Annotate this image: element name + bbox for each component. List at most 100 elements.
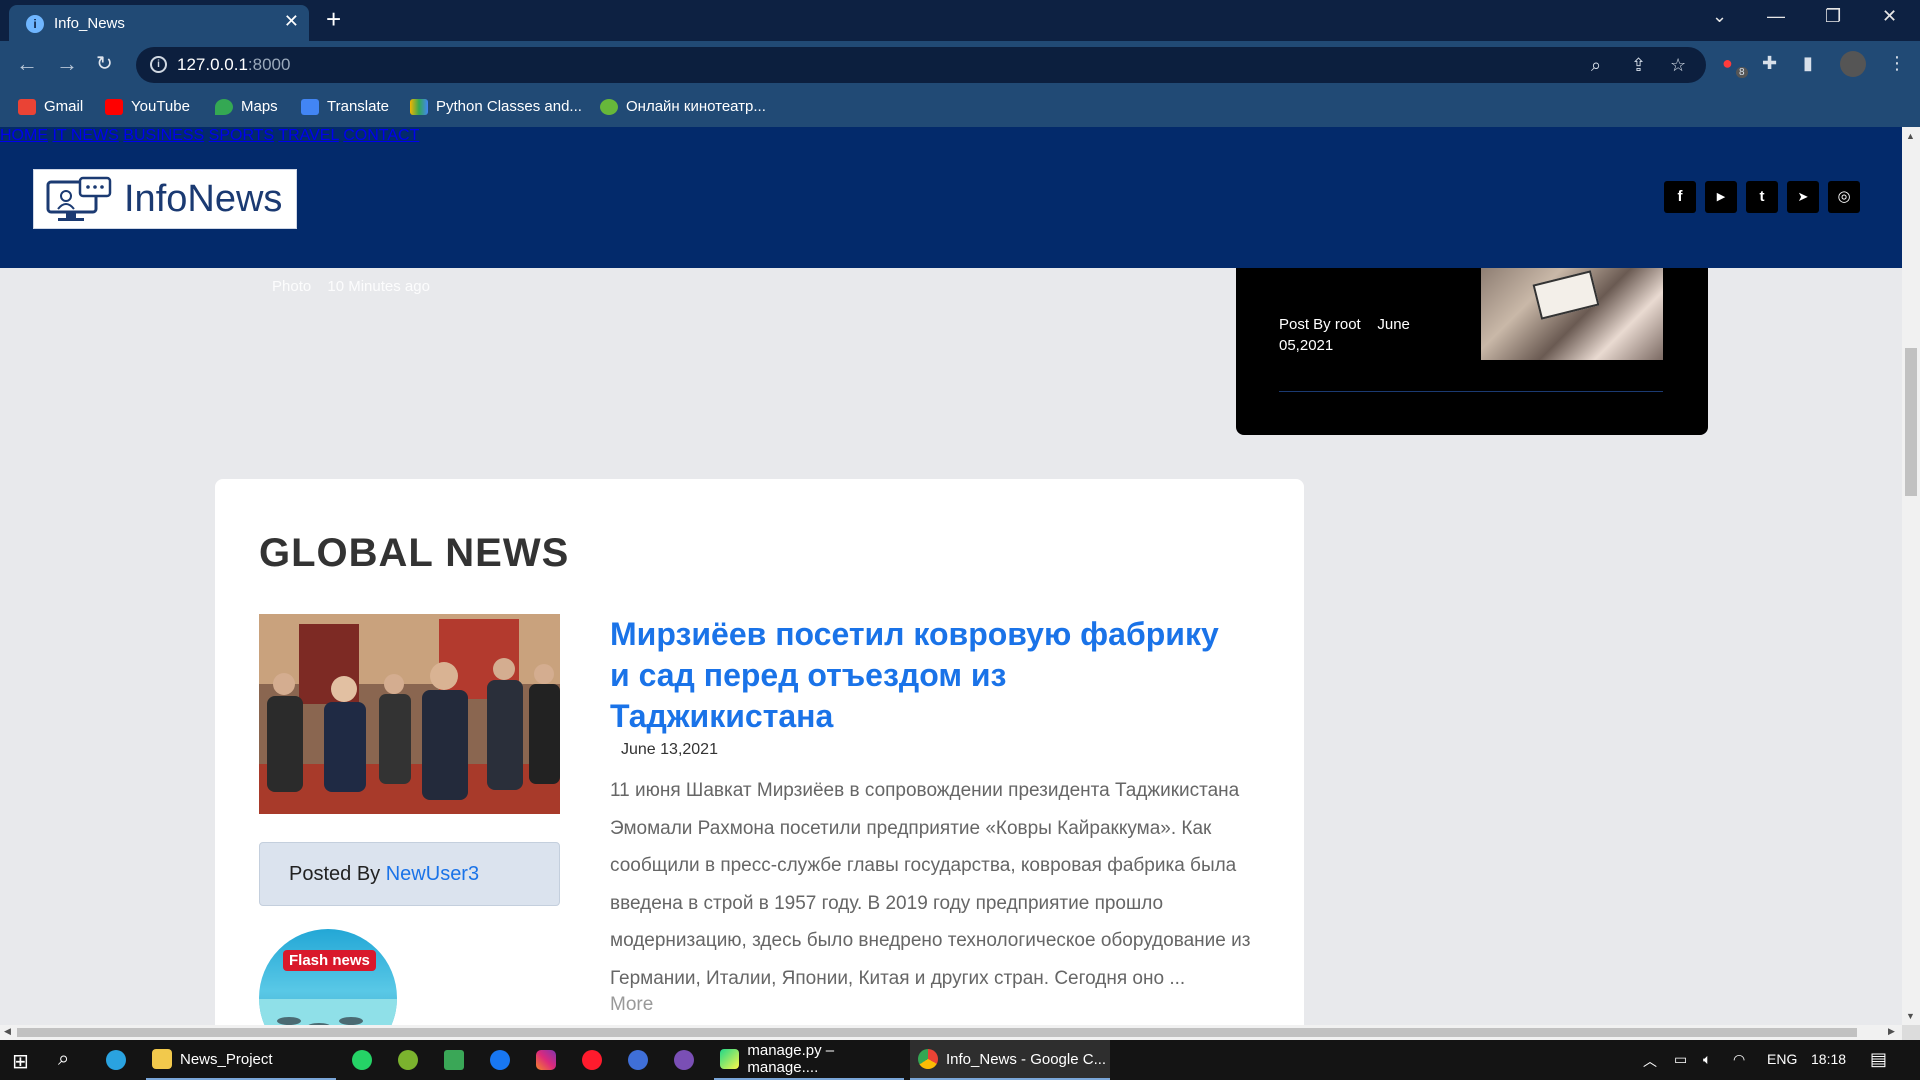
browser-tab[interactable]: i Info_News ✕ bbox=[9, 5, 309, 41]
minimize-button[interactable]: — bbox=[1767, 6, 1785, 27]
nav-travel[interactable]: TRAVEL bbox=[278, 127, 338, 144]
side-panel-icon[interactable]: ▮ bbox=[1803, 53, 1813, 74]
forward-button[interactable]: → bbox=[56, 51, 78, 77]
wechat-icon[interactable] bbox=[398, 1050, 418, 1070]
back-button[interactable]: ← bbox=[16, 51, 38, 77]
address-bar[interactable]: i 127.0.0.1:8000 ⌕ ⇪ ☆ bbox=[136, 47, 1706, 83]
posted-by-box: Posted By NewUser3 bbox=[259, 842, 560, 906]
horizontal-scroll-thumb[interactable] bbox=[17, 1028, 1857, 1037]
close-window-button[interactable]: ✕ bbox=[1882, 6, 1897, 27]
instagram-icon[interactable]: ◎ bbox=[1828, 181, 1860, 213]
news-excerpt: 11 июня Шавкат Мирзиёев в сопровождении … bbox=[610, 780, 1251, 989]
bookmark-cinema[interactable]: Онлайн кинотеатр... bbox=[600, 98, 766, 115]
news-image[interactable] bbox=[259, 614, 560, 814]
instagram-taskbar-icon[interactable] bbox=[536, 1050, 556, 1070]
close-tab-icon[interactable]: ✕ bbox=[284, 11, 299, 32]
logo-text: InfoNews bbox=[124, 178, 283, 220]
profile-avatar[interactable] bbox=[1840, 51, 1866, 77]
resort-photo-illustration bbox=[259, 999, 397, 1025]
main-navigation: HOME IT NEWS BUSINESS SPORTS TRAVEL CONT… bbox=[0, 127, 1902, 145]
show-hidden-icons[interactable]: ︿ bbox=[1643, 1051, 1657, 1071]
taskbar-item-label: News_Project bbox=[180, 1050, 273, 1068]
nav-it-news[interactable]: IT NEWS bbox=[52, 127, 118, 144]
windows-taskbar: ⊞ ⌕ News_Project manage.py – manage.... … bbox=[0, 1040, 1920, 1080]
scroll-right-icon[interactable]: ▶ bbox=[1888, 1026, 1895, 1037]
python-classes-icon bbox=[410, 98, 428, 115]
scroll-corner bbox=[1902, 1025, 1920, 1040]
bookmark-gmail[interactable]: Gmail bbox=[18, 98, 83, 115]
whatsapp-icon[interactable] bbox=[352, 1050, 372, 1070]
news-photo-illustration bbox=[259, 614, 560, 814]
browser-tab-bar: i Info_News ✕ + ⌄ — ❐ ✕ bbox=[0, 0, 1920, 41]
vertical-scroll-thumb[interactable] bbox=[1905, 348, 1917, 496]
reload-button[interactable]: ↻ bbox=[96, 51, 113, 76]
language-indicator[interactable]: ENG bbox=[1767, 1051, 1797, 1067]
author-link[interactable]: NewUser3 bbox=[386, 863, 479, 885]
clock[interactable]: 18:18 bbox=[1811, 1051, 1846, 1067]
trending-divider bbox=[1279, 391, 1663, 392]
taskbar-item-label: manage.py – manage.... bbox=[747, 1042, 835, 1076]
bookmark-maps[interactable]: Maps bbox=[215, 98, 278, 115]
maps-icon bbox=[215, 98, 233, 115]
restore-button[interactable]: ❐ bbox=[1825, 6, 1841, 27]
imo-icon[interactable] bbox=[628, 1050, 648, 1070]
wifi-icon[interactable]: ◠ bbox=[1733, 1051, 1745, 1068]
bookmark-translate[interactable]: Translate bbox=[301, 98, 389, 115]
taskbar-item-label: Info_News - Google C... bbox=[946, 1050, 1107, 1068]
opera-icon[interactable] bbox=[582, 1050, 602, 1070]
cinema-icon bbox=[600, 98, 618, 115]
bookmark-star-icon[interactable]: ☆ bbox=[1670, 55, 1686, 76]
horizontal-scrollbar[interactable]: ◀ ▶ bbox=[0, 1025, 1902, 1040]
vertical-scrollbar[interactable]: ▲ ▼ bbox=[1902, 127, 1920, 1025]
new-tab-button[interactable]: + bbox=[326, 4, 341, 35]
site-info-icon[interactable]: i bbox=[150, 56, 167, 73]
bookmark-label: Gmail bbox=[44, 98, 84, 115]
bookmark-youtube[interactable]: YouTube bbox=[105, 98, 190, 115]
taskbar-item-news-project[interactable]: News_Project bbox=[146, 1040, 336, 1080]
site-logo[interactable]: InfoNews bbox=[33, 169, 297, 229]
facebook-icon[interactable]: f bbox=[1664, 181, 1696, 213]
extension-badge: 8 bbox=[1736, 67, 1748, 78]
bookmark-label: Python Classes and... bbox=[436, 98, 582, 115]
menu-icon[interactable]: ⋮ bbox=[1888, 53, 1906, 74]
taskbar-item-chrome[interactable]: Info_News - Google C... bbox=[910, 1040, 1110, 1080]
search-icon[interactable]: ⌕ bbox=[58, 1048, 69, 1071]
photo-time: 10 Minutes ago bbox=[327, 278, 430, 295]
posted-by-label: Posted By bbox=[289, 863, 381, 885]
scroll-up-icon[interactable]: ▲ bbox=[1906, 131, 1915, 141]
bookmark-python-classes[interactable]: Python Classes and... bbox=[410, 98, 582, 115]
read-more-link[interactable]: More bbox=[610, 994, 653, 1016]
bookmark-label: Онлайн кинотеатр... bbox=[626, 98, 766, 115]
extensions-puzzle-icon[interactable]: ✚ bbox=[1762, 53, 1777, 74]
scroll-left-icon[interactable]: ◀ bbox=[4, 1026, 11, 1037]
news-date: June 13,2021 bbox=[621, 741, 718, 758]
twitter-icon[interactable]: t bbox=[1746, 181, 1778, 213]
nav-home[interactable]: HOME bbox=[0, 127, 48, 144]
youtube-icon[interactable]: ▶ bbox=[1705, 181, 1737, 213]
nav-business[interactable]: BUSINESS bbox=[123, 127, 204, 144]
flash-news-thumbnail[interactable]: Flash news bbox=[259, 929, 397, 1025]
photo-caption: Photo 10 Minutes ago bbox=[272, 278, 430, 295]
volume-icon[interactable]: 🔈︎ bbox=[1703, 1051, 1711, 1068]
spreadsheet-icon[interactable] bbox=[444, 1050, 464, 1070]
telegram-icon[interactable]: ➤ bbox=[1787, 181, 1819, 213]
windows-start-icon[interactable]: ⊞ bbox=[12, 1049, 29, 1074]
telegram-taskbar-icon[interactable] bbox=[106, 1050, 126, 1070]
battery-icon[interactable]: ▭ bbox=[1674, 1051, 1687, 1068]
taskbar-item-pycharm[interactable]: manage.py – manage.... bbox=[714, 1040, 904, 1080]
chrome-icon bbox=[918, 1049, 938, 1069]
extension-icon[interactable]: ● bbox=[1722, 53, 1733, 74]
facebook-taskbar-icon[interactable] bbox=[490, 1050, 510, 1070]
trending-author[interactable]: Post By root bbox=[1279, 316, 1361, 333]
github-icon[interactable] bbox=[674, 1050, 694, 1070]
nav-contact[interactable]: CONTACT bbox=[343, 127, 419, 144]
nav-sports[interactable]: SPORTS bbox=[209, 127, 275, 144]
notifications-icon[interactable]: ▤ bbox=[1870, 1049, 1887, 1070]
flash-news-badge: Flash news bbox=[283, 950, 376, 971]
news-headline-link[interactable]: Мирзиёев посетил ковровую фабрику и сад … bbox=[610, 614, 1230, 737]
zoom-icon[interactable]: ⌕ bbox=[1591, 55, 1601, 76]
scroll-down-icon[interactable]: ▼ bbox=[1906, 1011, 1915, 1021]
share-icon[interactable]: ⇪ bbox=[1631, 55, 1646, 76]
tab-search-icon[interactable]: ⌄ bbox=[1712, 6, 1727, 27]
folder-icon bbox=[152, 1049, 172, 1069]
